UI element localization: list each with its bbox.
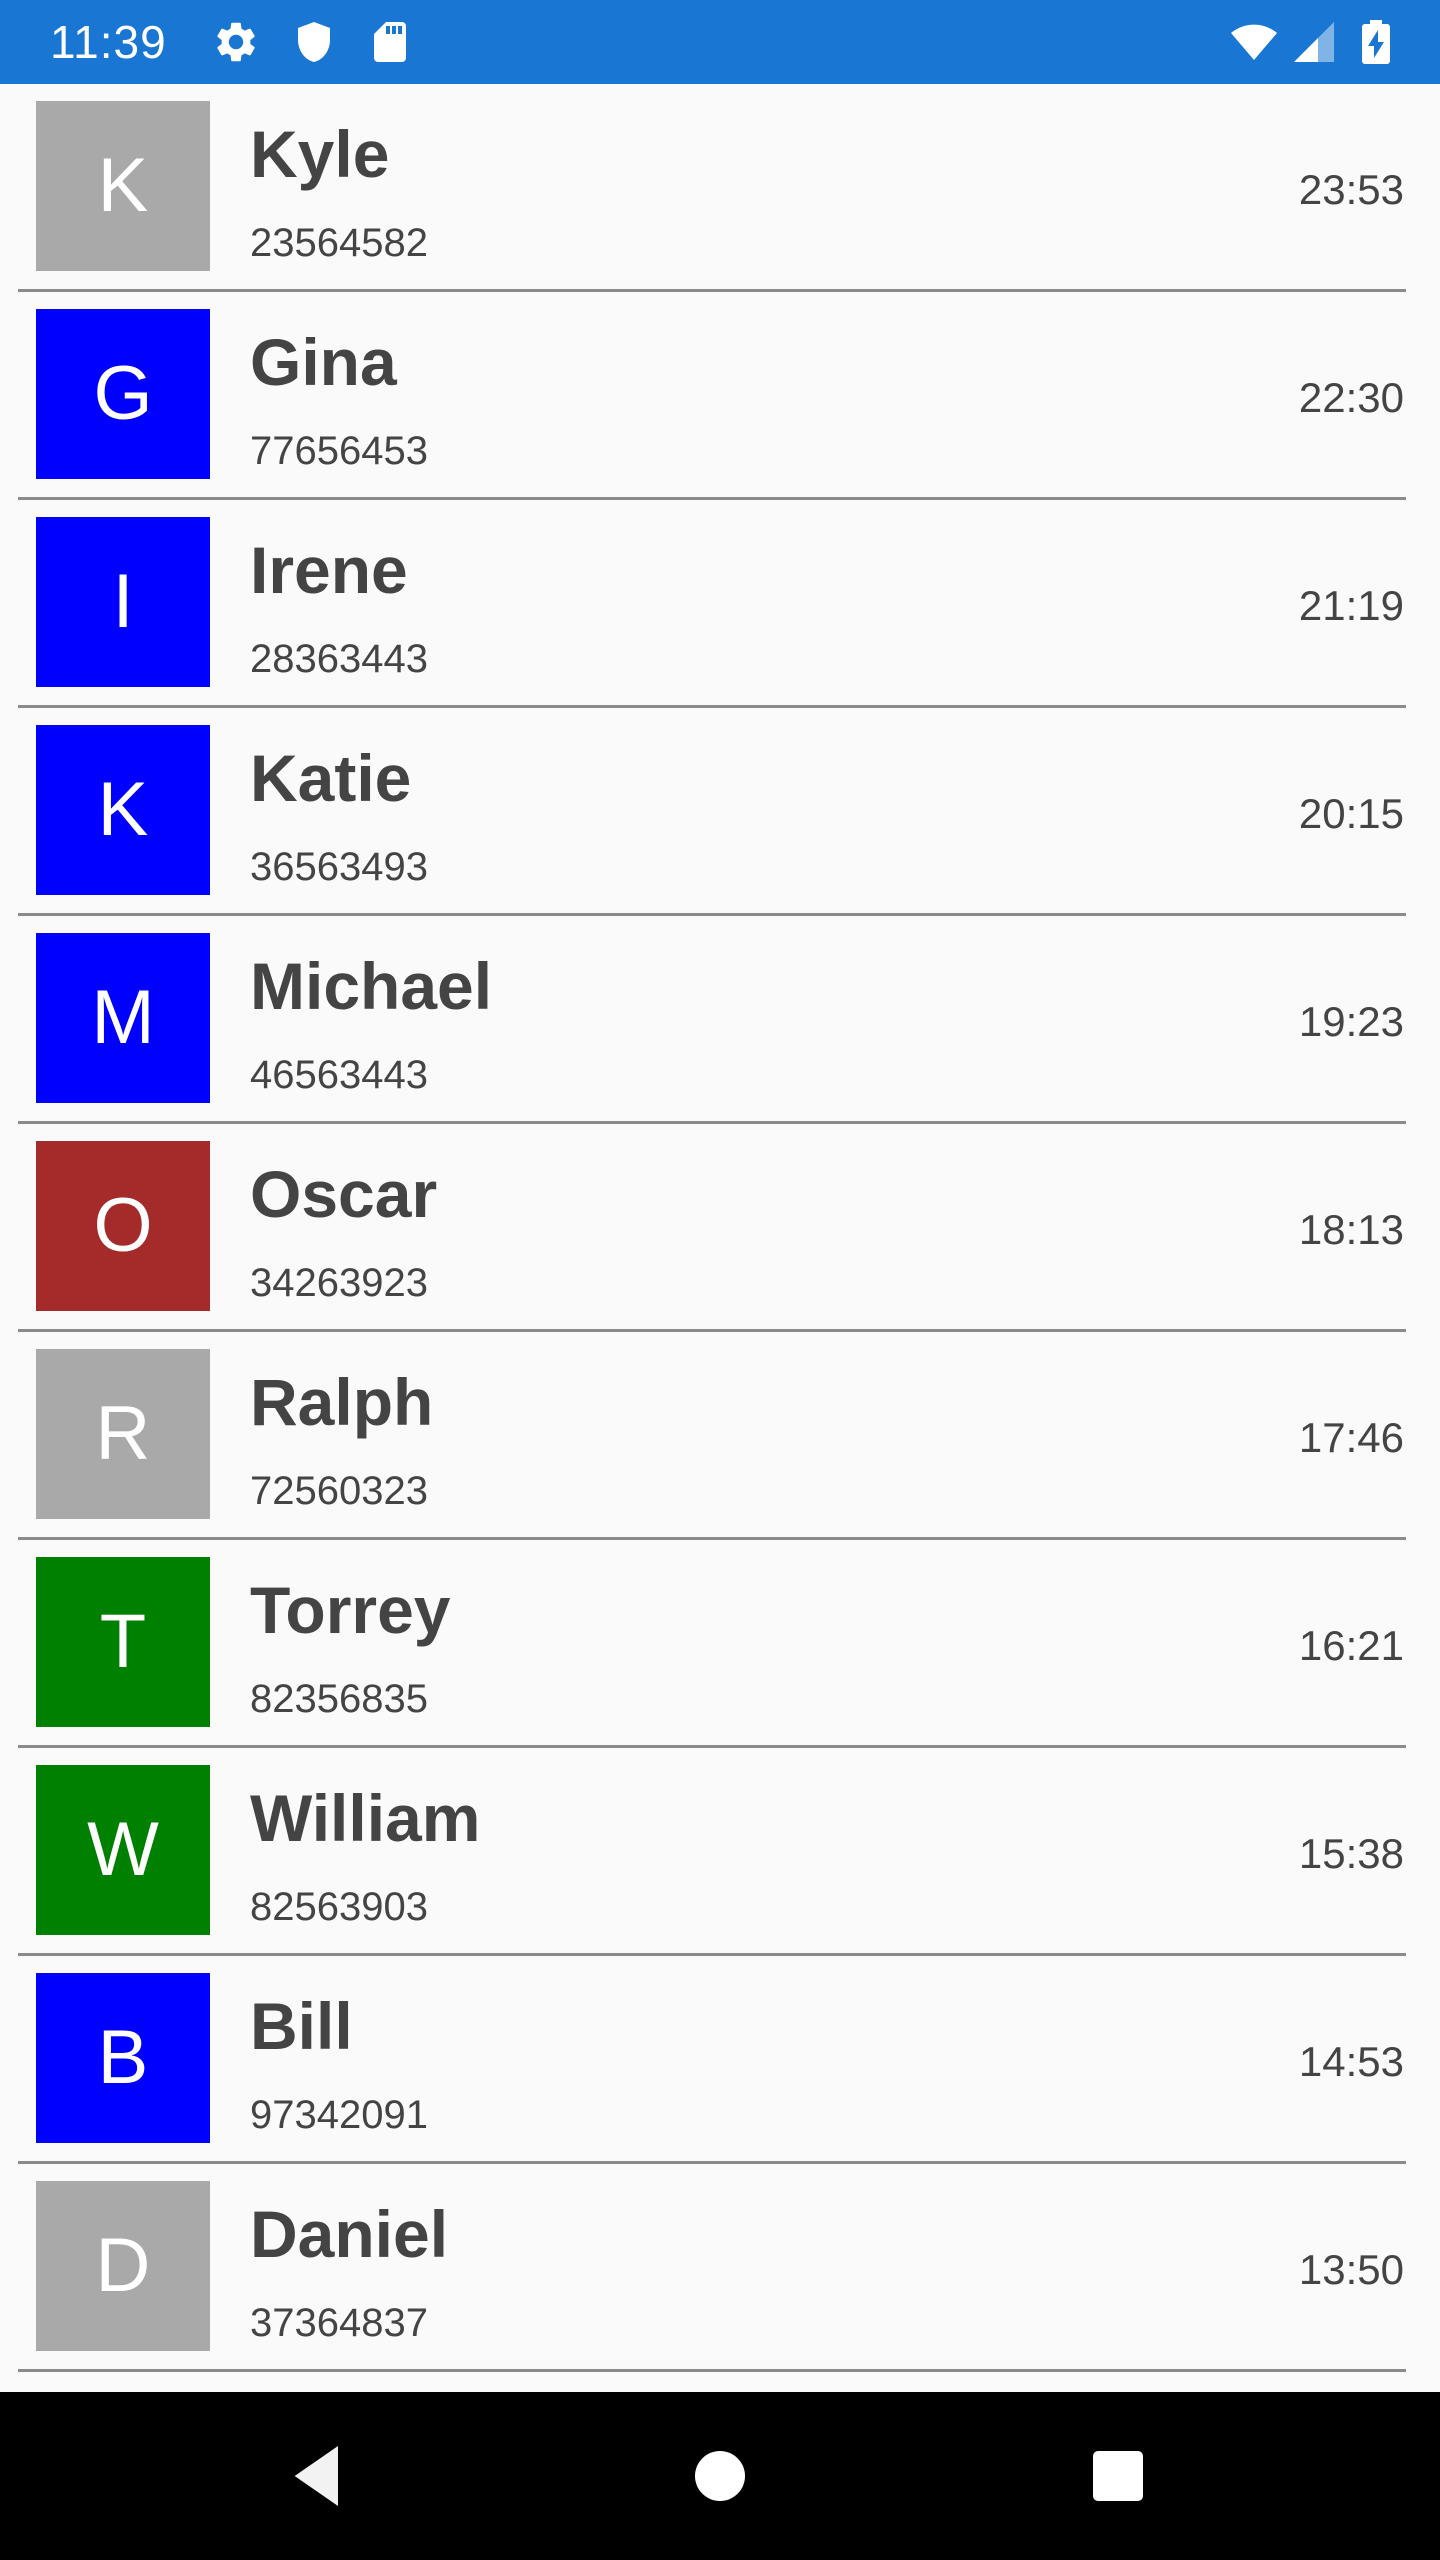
contact-name: William [250,1781,481,1855]
contact-row[interactable]: M Michael 46563443 19:23 [0,916,1440,1124]
contact-phone: 23564582 [250,221,428,265]
wifi-icon [1230,18,1278,66]
contact-avatar: D [36,2181,210,2351]
contact-time: 16:21 [1298,1622,1404,1669]
contact-name: Katie [250,741,412,815]
contact-row[interactable]: T Torrey 82356835 16:21 [0,1540,1440,1748]
gear-icon [212,18,260,66]
contact-row[interactable]: O Oscar 34263923 18:13 [0,1124,1440,1332]
contact-avatar: O [36,1141,210,1311]
signal-icon [1290,18,1338,66]
contact-name: Gina [250,325,397,399]
recents-icon[interactable] [1078,2436,1158,2516]
contact-time: 17:46 [1298,1414,1404,1461]
contact-time: 15:38 [1298,1830,1404,1877]
contact-row[interactable]: K Katie 36563493 20:15 [0,708,1440,916]
contact-name: Torrey [250,1573,451,1647]
contact-time: 20:15 [1298,790,1404,837]
contact-time: 19:23 [1298,998,1404,1045]
contact-phone: 72560323 [250,1469,428,1513]
contact-time: 21:19 [1298,582,1404,629]
contact-time: 14:53 [1298,2038,1404,2085]
contact-row[interactable]: B Bill 97342091 14:53 [0,1956,1440,2164]
contact-name: Ralph [250,1365,434,1439]
contact-name: Oscar [250,1157,438,1231]
contact-avatar: I [36,517,210,687]
contact-phone: 34263923 [250,1261,428,1305]
contact-row[interactable]: W William 82563903 15:38 [0,1748,1440,1956]
contact-row[interactable]: I Irene 28363443 21:19 [0,500,1440,708]
contact-time: 23:53 [1298,166,1404,213]
contact-avatar: G [36,309,210,479]
status-time: 11:39 [50,16,167,68]
contact-row[interactable]: D Daniel 37364837 13:50 [0,2164,1440,2372]
contact-row[interactable]: K Kyle 23564582 23:53 [0,84,1440,292]
shield-icon [290,18,338,66]
contact-row[interactable]: G Gina 77656453 22:30 [0,292,1440,500]
contact-phone: 77656453 [250,429,428,473]
contact-avatar: R [36,1349,210,1519]
contact-name: Michael [250,949,493,1023]
battery-charging-icon [1352,18,1400,66]
contact-time: 22:30 [1298,374,1404,421]
contact-avatar: B [36,1973,210,2143]
contact-phone: 28363443 [250,637,428,681]
sd-card-icon [366,18,414,66]
contact-phone: 36563493 [250,845,428,889]
navigation-bar [0,2392,1440,2560]
contact-avatar: T [36,1557,210,1727]
contact-name: Bill [250,1989,353,2063]
contact-time: 13:50 [1298,2246,1404,2293]
contact-list[interactable]: K Kyle 23564582 23:53 G Gina 77656453 22:30 I Ire… [0,84,1440,2372]
contact-avatar: K [36,101,210,271]
contact-avatar: M [36,933,210,1103]
back-icon[interactable] [278,2436,358,2516]
row-divider [18,2369,1406,2372]
contact-phone: 37364837 [250,2301,428,2345]
contact-avatar: K [36,725,210,895]
home-icon[interactable] [680,2436,760,2516]
contact-phone: 82563903 [250,1885,428,1929]
contact-phone: 97342091 [250,2093,428,2137]
contact-phone: 82356835 [250,1677,428,1721]
contact-row[interactable]: R Ralph 72560323 17:46 [0,1332,1440,1540]
contact-avatar: W [36,1765,210,1935]
contact-name: Daniel [250,2197,449,2271]
status-bar: 11:39 [0,0,1440,84]
contact-name: Irene [250,533,408,607]
contact-time: 18:13 [1298,1206,1404,1253]
contact-name: Kyle [250,117,390,191]
contact-phone: 46563443 [250,1053,428,1097]
